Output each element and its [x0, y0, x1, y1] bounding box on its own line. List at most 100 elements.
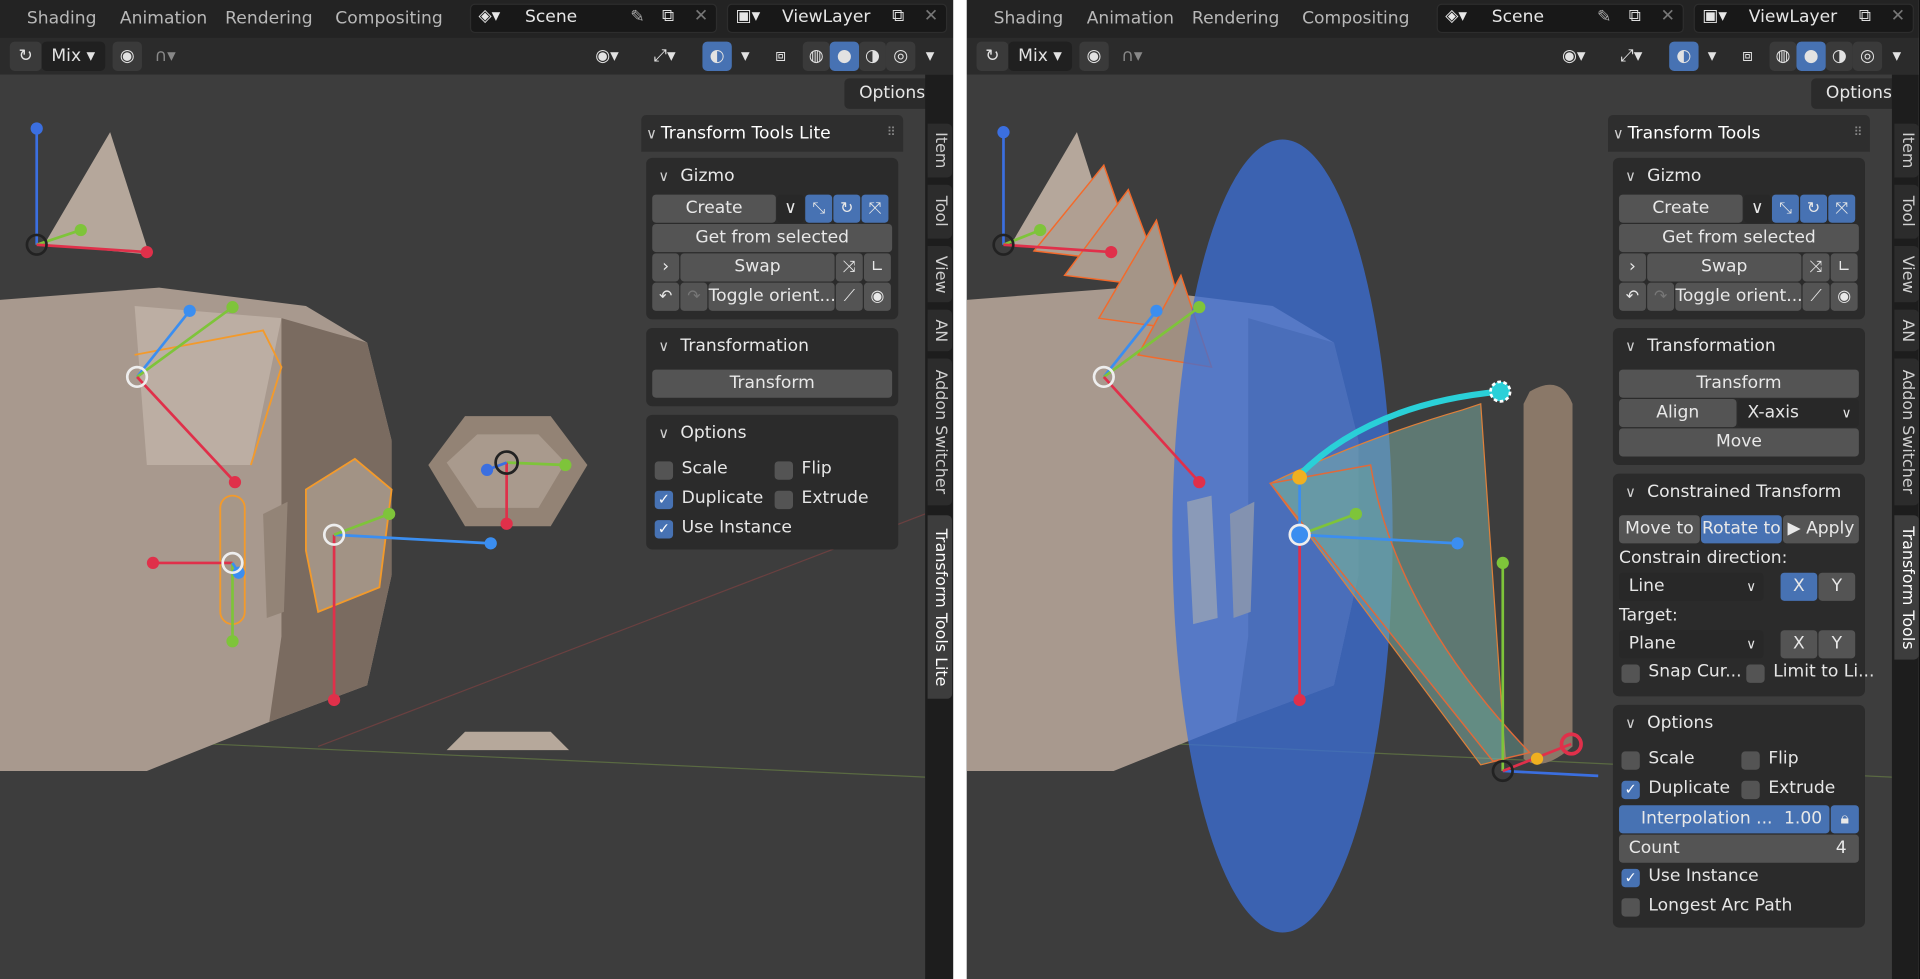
transform-button[interactable]: Transform — [1619, 369, 1859, 398]
tab-shading[interactable]: Shading — [27, 9, 97, 29]
copy-icon[interactable]: ⧉ — [1859, 6, 1871, 26]
gizmo-icon[interactable]: ⤢▾ — [1603, 42, 1659, 71]
flip-checkbox[interactable] — [1741, 751, 1760, 770]
wireframe-shading-icon[interactable]: ◍ — [802, 41, 830, 71]
lock-icon[interactable]: 🔒︎ — [1830, 805, 1859, 834]
visibility-icon[interactable]: ◉▾ — [585, 42, 629, 71]
proportional-icon[interactable]: ◉ — [1079, 41, 1109, 71]
transform-button[interactable]: Transform — [652, 369, 893, 398]
scale-checkbox[interactable] — [1621, 751, 1640, 770]
gizmo-scale-icon[interactable]: ⤧ — [861, 194, 889, 223]
undo-icon[interactable]: ↶ — [1619, 282, 1646, 311]
close-icon[interactable]: ✕ — [1891, 6, 1905, 26]
overlay-icon[interactable]: ◐ — [702, 41, 732, 71]
target-dropdown[interactable]: Plane ∨ — [1619, 630, 1764, 659]
tab-transform-tools[interactable]: Transform Tools — [1894, 515, 1919, 660]
scene-selector[interactable]: ◈▾ Scene ✎ ⧉ ✕ — [1436, 3, 1684, 34]
move-button[interactable]: Move — [1619, 428, 1859, 457]
proportional-icon[interactable]: ◉ — [112, 41, 142, 71]
snap-icon[interactable]: ↻ — [976, 41, 1009, 71]
flip-checkbox[interactable] — [774, 461, 793, 480]
gizmo-move-icon[interactable]: ⤡ — [805, 194, 833, 223]
direction-x-toggle[interactable]: X — [1780, 572, 1818, 601]
blend-mode-dropdown[interactable]: Mix ▾ — [41, 41, 106, 71]
tab-addon-switcher[interactable]: Addon Switcher — [1894, 358, 1919, 506]
snap-icon[interactable]: ↻ — [9, 41, 42, 71]
count-field[interactable]: Count 4 — [1619, 834, 1859, 863]
swap-axes-icon[interactable]: ⤨ — [1802, 253, 1830, 282]
tab-view[interactable]: View — [927, 245, 953, 303]
gizmo-rotate-icon[interactable]: ↻ — [1800, 194, 1828, 223]
tab-rendering[interactable]: Rendering — [1192, 9, 1279, 29]
move-to-button[interactable]: Move to — [1619, 515, 1700, 544]
create-button[interactable]: Create — [652, 194, 776, 223]
overlay-icon[interactable]: ◐ — [1669, 41, 1699, 71]
swap-button[interactable]: Swap — [680, 253, 835, 282]
close-icon[interactable]: ✕ — [924, 6, 938, 26]
chevron-right-icon[interactable]: › — [652, 253, 680, 282]
options-header[interactable]: ∨ Options — [646, 415, 898, 452]
duplicate-checkbox[interactable]: ✓ — [654, 490, 674, 510]
visibility-icon[interactable]: ◉▾ — [1552, 42, 1596, 71]
snap-cursor-checkbox[interactable] — [1621, 664, 1640, 683]
get-from-selected-button[interactable]: Get from selected — [652, 223, 893, 253]
extrude-checkbox[interactable] — [1741, 780, 1760, 800]
tab-tool[interactable]: Tool — [927, 184, 953, 239]
shading-dropdown[interactable]: ▾ — [1885, 42, 1909, 71]
tab-compositing[interactable]: Compositing — [1302, 9, 1409, 29]
tab-animation[interactable]: Animation — [120, 9, 207, 29]
align-axis-dropdown[interactable]: X-axis ∨ — [1737, 398, 1859, 428]
grip-icon[interactable]: ⠿ — [1854, 115, 1863, 152]
duplicate-checkbox[interactable]: ✓ — [1621, 780, 1640, 800]
copy-icon[interactable]: ⧉ — [892, 6, 904, 26]
wireframe-shading-icon[interactable]: ◍ — [1769, 41, 1797, 71]
close-icon[interactable]: ✕ — [1661, 6, 1675, 26]
tab-animation[interactable]: Animation — [1087, 9, 1174, 29]
interpolation-slider[interactable]: Interpolation ... 1.00 — [1619, 805, 1830, 834]
transformation-header[interactable]: ∨ Transformation — [646, 328, 898, 365]
tab-shading[interactable]: Shading — [994, 9, 1064, 29]
gizmo-header[interactable]: ∨ Gizmo — [646, 158, 898, 195]
get-from-selected-button[interactable]: Get from selected — [1619, 223, 1859, 253]
falloff-icon[interactable]: ∩▾ — [1111, 42, 1153, 71]
use-instance-checkbox[interactable]: ✓ — [1621, 868, 1640, 888]
measure-icon[interactable]: ⟋ — [835, 282, 863, 311]
panel-header[interactable]: ∨ Transform Tools Lite ⠿ — [641, 115, 904, 152]
solid-shading-icon[interactable]: ● — [829, 41, 860, 71]
redo-icon[interactable]: ↷ — [1647, 282, 1675, 311]
pin-icon[interactable]: ✎ — [1597, 7, 1611, 27]
tab-an[interactable]: AN — [927, 309, 953, 352]
target-x-toggle[interactable]: X — [1780, 630, 1818, 659]
tab-compositing[interactable]: Compositing — [335, 9, 442, 29]
material-shading-icon[interactable]: ◑ — [859, 41, 886, 71]
scale-checkbox[interactable] — [654, 461, 674, 480]
xray-icon[interactable]: ⧈ — [766, 42, 795, 71]
material-shading-icon[interactable]: ◑ — [1825, 41, 1853, 71]
solid-shading-icon[interactable]: ● — [1796, 41, 1826, 71]
swap-axes-icon[interactable]: ⤨ — [835, 253, 863, 282]
longest-arc-checkbox[interactable] — [1621, 898, 1640, 917]
extrude-checkbox[interactable] — [774, 490, 793, 510]
swap-button[interactable]: Swap — [1647, 253, 1802, 282]
apply-button[interactable]: ▶ Apply — [1783, 515, 1859, 544]
create-button[interactable]: Create — [1619, 194, 1743, 223]
toggle-orientation-button[interactable]: Toggle orient... — [1675, 282, 1802, 311]
limit-to-checkbox[interactable] — [1746, 664, 1765, 683]
blend-mode-dropdown[interactable]: Mix ▾ — [1008, 41, 1073, 71]
chevron-right-icon[interactable]: › — [1619, 253, 1646, 282]
tab-item[interactable]: Item — [1894, 123, 1919, 178]
close-icon[interactable]: ✕ — [694, 6, 708, 26]
options-header[interactable]: ∨ Options — [1613, 705, 1865, 742]
shading-dropdown[interactable]: ▾ — [918, 42, 942, 71]
scene-selector[interactable]: ◈▾ Scene ✎ ⧉ ✕ — [469, 3, 718, 34]
gizmo-rotate-icon[interactable]: ↻ — [833, 194, 861, 223]
tab-an[interactable]: AN — [1894, 309, 1919, 352]
view-layer-selector[interactable]: ▣▾ ViewLayer ⧉ ✕ — [1693, 3, 1914, 34]
chevron-down-icon[interactable]: ∨ — [1743, 194, 1771, 223]
toggle-orientation-button[interactable]: Toggle orient... — [708, 282, 835, 311]
use-instance-checkbox[interactable]: ✓ — [654, 520, 674, 539]
falloff-icon[interactable]: ∩▾ — [144, 42, 186, 71]
copy-icon[interactable]: ⧉ — [1629, 6, 1641, 26]
align-button[interactable]: Align — [1619, 398, 1737, 428]
gizmo-move-icon[interactable]: ⤡ — [1771, 194, 1799, 223]
